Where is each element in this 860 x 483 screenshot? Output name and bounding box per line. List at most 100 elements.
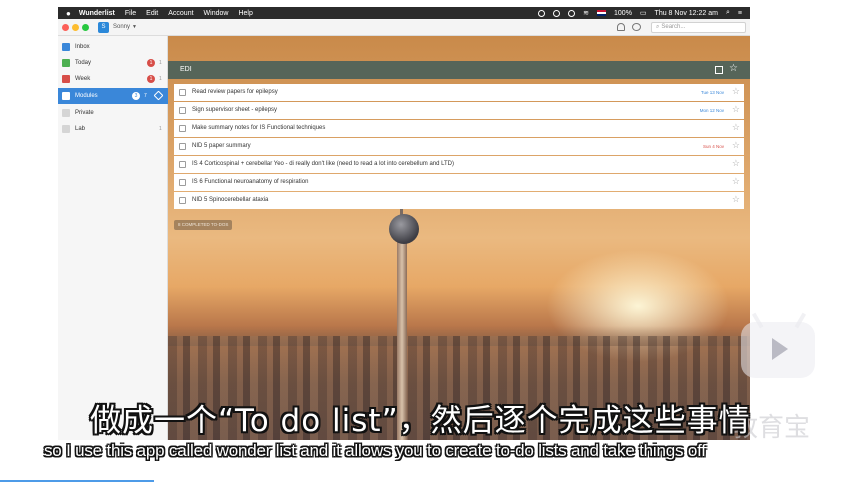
star-icon[interactable]: ☆ bbox=[732, 140, 740, 151]
menu-window[interactable]: Window bbox=[204, 10, 229, 17]
overdue-badge: 1 bbox=[147, 75, 155, 83]
todo-title[interactable]: Read review papers for epilepsy bbox=[192, 89, 278, 95]
item-count: 1 bbox=[159, 126, 162, 132]
title-bar: S Sonny ▼ ⌕ Search... bbox=[58, 19, 750, 36]
sidebar-item-label: Week bbox=[75, 76, 91, 82]
sidebar-item-week[interactable]: Week 1 1 bbox=[58, 71, 168, 87]
status-tray-icon[interactable] bbox=[538, 9, 546, 17]
bell-icon[interactable] bbox=[617, 23, 625, 31]
todo-item[interactable]: IS 4 Corticospinal + cerebellar Yeo - di… bbox=[174, 156, 744, 173]
todo-item[interactable]: Sign supervisor sheet - epilepsy Mon 12 … bbox=[174, 102, 744, 119]
sidebar-item-inbox[interactable]: Inbox bbox=[58, 39, 168, 55]
star-icon[interactable]: ☆ bbox=[732, 194, 740, 205]
list-icon bbox=[62, 125, 70, 133]
item-count: 1 bbox=[159, 76, 162, 82]
menu-file[interactable]: File bbox=[125, 10, 136, 17]
star-icon[interactable]: ☆ bbox=[732, 176, 740, 187]
search-icon: ⌕ bbox=[656, 24, 660, 30]
sidebar-item-label: Modules bbox=[75, 93, 98, 99]
menu-edit[interactable]: Edit bbox=[146, 10, 158, 17]
due-date: Tue 13 Nov bbox=[700, 90, 724, 95]
todo-checkbox[interactable] bbox=[179, 161, 186, 168]
todo-checkbox[interactable] bbox=[179, 143, 186, 150]
chevron-down-icon[interactable]: ▼ bbox=[132, 24, 137, 30]
search-placeholder: Search... bbox=[661, 24, 686, 30]
mac-menu-bar: ● Wunderlist File Edit Account Window He… bbox=[58, 7, 750, 19]
show-completed-button[interactable]: 8 COMPLETED TO-DOS bbox=[174, 220, 233, 230]
todo-title[interactable]: Sign supervisor sheet - epilepsy bbox=[192, 107, 277, 113]
sidebar-item-today[interactable]: Today 1 1 bbox=[58, 55, 168, 71]
sidebar-item-label: Lab bbox=[75, 126, 86, 132]
search-input[interactable]: ⌕ Search... bbox=[651, 22, 746, 33]
item-count: 7 bbox=[144, 93, 147, 99]
sync-tray-icon[interactable] bbox=[553, 9, 561, 17]
todo-title[interactable]: NID 5 Spinocerebellar ataxia bbox=[192, 197, 268, 203]
todo-title[interactable]: IS 6 Functional neuroanatomy of respirat… bbox=[192, 179, 308, 185]
todo-checkbox[interactable] bbox=[179, 89, 186, 96]
sidebar-item-label: Private bbox=[75, 110, 94, 116]
play-icon bbox=[772, 338, 788, 360]
todo-title[interactable]: NID 5 paper summary bbox=[192, 143, 251, 149]
todo-title[interactable]: IS 4 Corticospinal + cerebellar Yeo - di… bbox=[192, 161, 454, 167]
close-window-button[interactable] bbox=[62, 24, 69, 31]
minimize-window-button[interactable] bbox=[72, 24, 79, 31]
sidebar-item-lab[interactable]: Lab 1 bbox=[58, 121, 168, 137]
sidebar-item-modules[interactable]: Modules 3 7 bbox=[58, 88, 168, 104]
todo-title[interactable]: Make summary notes for IS Functional tec… bbox=[192, 125, 325, 131]
apple-icon[interactable]: ● bbox=[66, 9, 71, 18]
menubar-clock[interactable]: Thu 8 Nov 12:22 am bbox=[655, 10, 718, 17]
todo-checkbox[interactable] bbox=[179, 125, 186, 132]
star-icon[interactable]: ☆ bbox=[732, 86, 740, 97]
comment-icon[interactable] bbox=[632, 23, 641, 31]
user-avatar[interactable]: S bbox=[98, 22, 109, 33]
pencil-icon[interactable] bbox=[153, 90, 164, 101]
todo-item[interactable]: Read review papers for epilepsy Tue 13 N… bbox=[174, 84, 744, 101]
sidebar-item-label: Inbox bbox=[75, 44, 90, 50]
list-header: EDI ☆ bbox=[168, 61, 750, 79]
list-title-input[interactable]: EDI bbox=[180, 66, 192, 73]
star-icon[interactable]: ☆ bbox=[732, 158, 740, 169]
star-icon[interactable]: ☆ bbox=[732, 104, 740, 115]
maximize-window-button[interactable] bbox=[82, 24, 89, 31]
star-icon[interactable]: ☆ bbox=[732, 122, 740, 133]
sort-icon[interactable] bbox=[715, 66, 723, 74]
menu-account[interactable]: Account bbox=[168, 10, 193, 17]
video-frame: ● Wunderlist File Edit Account Window He… bbox=[0, 0, 860, 483]
overdue-badge: 3 bbox=[132, 92, 140, 100]
list-icon bbox=[62, 92, 70, 100]
menu-app-name[interactable]: Wunderlist bbox=[79, 10, 115, 17]
todo-item[interactable]: Make summary notes for IS Functional tec… bbox=[174, 120, 744, 137]
user-name[interactable]: Sonny bbox=[113, 24, 130, 30]
spotlight-icon[interactable]: ⌕ bbox=[726, 9, 730, 17]
todo-item[interactable]: IS 6 Functional neuroanatomy of respirat… bbox=[174, 174, 744, 191]
due-date-overdue: Sun 4 Nov bbox=[702, 144, 724, 149]
notification-center-icon[interactable]: ≡ bbox=[738, 10, 742, 17]
item-count: 1 bbox=[159, 60, 162, 66]
subtitle-chinese: 做成一个“To do list”，然后逐个完成这些事情 bbox=[90, 403, 751, 439]
progress-bar[interactable] bbox=[0, 480, 154, 482]
sidebar-item-label: Today bbox=[75, 60, 92, 66]
uk-flag-icon[interactable] bbox=[597, 10, 607, 16]
tower-sphere bbox=[389, 214, 419, 244]
todo-item[interactable]: NID 5 paper summary Sun 4 Nov ☆ bbox=[174, 138, 744, 155]
todo-checkbox[interactable] bbox=[179, 179, 186, 186]
list-icon bbox=[62, 109, 70, 117]
overdue-badge: 1 bbox=[147, 59, 155, 67]
subtitle-english: so I use this app called wonder list and… bbox=[44, 441, 706, 460]
inbox-icon bbox=[62, 43, 70, 51]
star-icon[interactable]: ☆ bbox=[729, 63, 738, 74]
week-calendar-icon bbox=[62, 75, 70, 83]
due-date: Mon 12 Nov bbox=[699, 108, 724, 113]
battery-percent: 100% bbox=[614, 9, 632, 17]
menu-help[interactable]: Help bbox=[238, 10, 252, 17]
todo-checkbox[interactable] bbox=[179, 197, 186, 204]
todo-checkbox[interactable] bbox=[179, 107, 186, 114]
sidebar-item-private[interactable]: Private bbox=[58, 105, 168, 121]
list-view: EDI ☆ Read review papers for epilepsy Tu… bbox=[168, 36, 750, 440]
battery-icon[interactable]: ▭ bbox=[640, 9, 647, 17]
wifi-icon[interactable]: ≋ bbox=[583, 9, 589, 17]
todo-item[interactable]: NID 5 Spinocerebellar ataxia ☆ bbox=[174, 192, 744, 209]
wunderlist-window: S Sonny ▼ ⌕ Search... Inbox Today 1 1 Wee… bbox=[58, 19, 750, 440]
todo-list: Read review papers for epilepsy Tue 13 N… bbox=[174, 84, 744, 210]
clock-tray-icon[interactable] bbox=[568, 9, 576, 17]
